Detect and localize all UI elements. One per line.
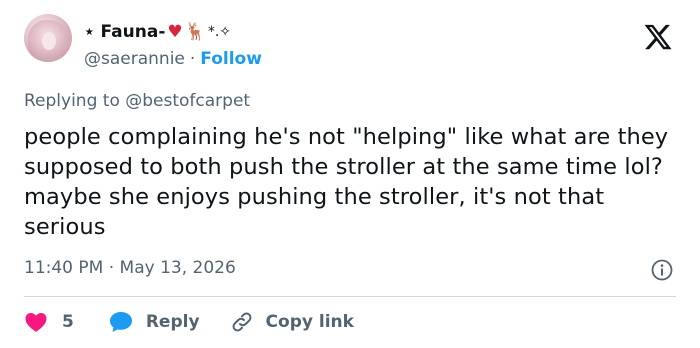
like-button[interactable]: 5 bbox=[24, 311, 74, 333]
replying-to: Replying to @bestofcarpet bbox=[24, 91, 250, 111]
deer-emoji-icon: 🦌 bbox=[184, 22, 206, 42]
x-logo-icon[interactable] bbox=[640, 22, 676, 52]
tweet-text: people complaining he's not "helping" li… bbox=[24, 124, 669, 240]
copy-link-label: Copy link bbox=[265, 312, 354, 332]
follow-button[interactable]: Follow bbox=[200, 49, 262, 69]
avatar[interactable] bbox=[24, 14, 72, 62]
avatar-face bbox=[42, 32, 56, 50]
reply-button[interactable]: Reply bbox=[108, 310, 200, 334]
copy-link-button[interactable]: Copy link bbox=[230, 310, 354, 334]
divider bbox=[24, 296, 676, 297]
sparkle-emoji-icon: *.✧ bbox=[207, 24, 231, 40]
replying-to-label: Replying to bbox=[24, 91, 120, 111]
like-count: 5 bbox=[62, 312, 74, 332]
author-name-row[interactable]: ⋆ Fauna- ♥ 🦌 *.✧ bbox=[84, 20, 231, 44]
author-handle[interactable]: @saerannie bbox=[84, 49, 185, 69]
speech-bubble-icon bbox=[109, 312, 132, 332]
author-display-name[interactable]: ⋆ Fauna- bbox=[84, 22, 165, 42]
replying-to-handle[interactable]: @bestofcarpet bbox=[125, 91, 250, 111]
link-icon bbox=[232, 312, 252, 332]
reply-label: Reply bbox=[145, 312, 200, 332]
action-bar: 5 Reply Copy link bbox=[24, 308, 354, 336]
author-handle-row: @saerannie · Follow bbox=[84, 49, 262, 69]
heart-icon bbox=[25, 313, 47, 332]
tweet-timestamp[interactable]: 11:40 PM · May 13, 2026 bbox=[24, 258, 236, 278]
heart-emoji-icon: ♥ bbox=[167, 22, 183, 42]
separator-dot: · bbox=[189, 49, 196, 69]
info-icon[interactable] bbox=[650, 258, 674, 282]
